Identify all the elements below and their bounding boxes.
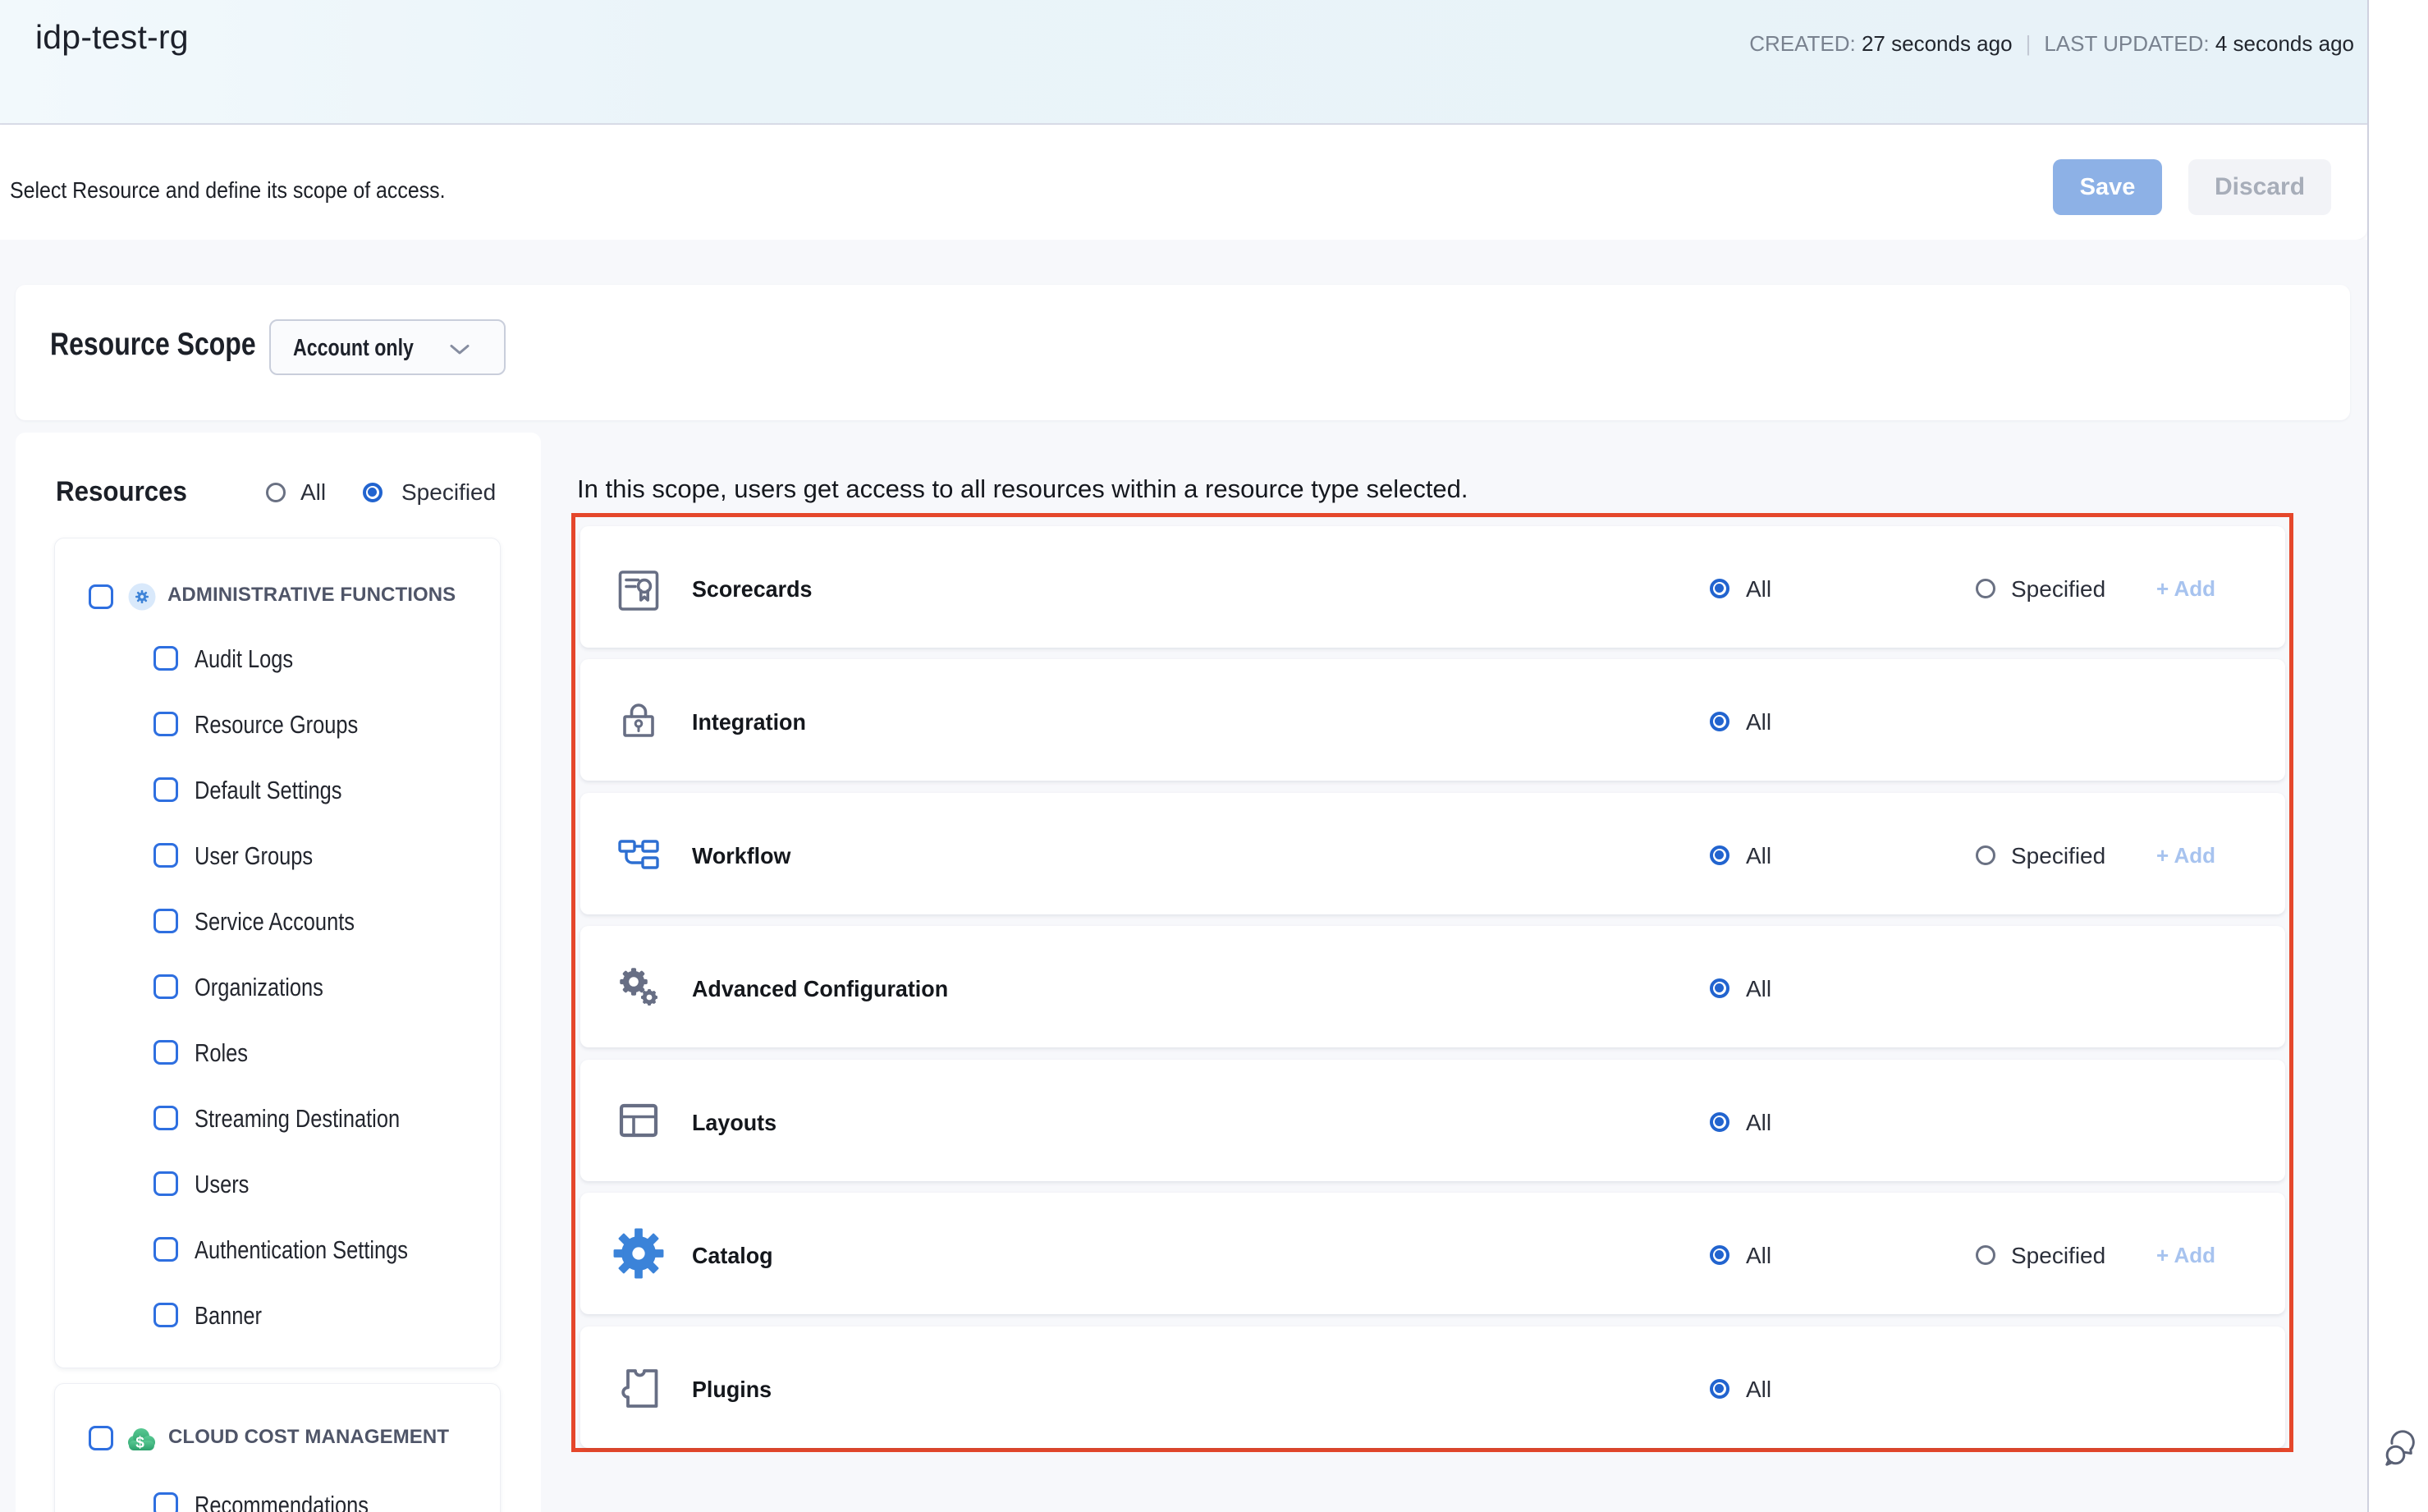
svg-text:$: $: [135, 1435, 144, 1452]
